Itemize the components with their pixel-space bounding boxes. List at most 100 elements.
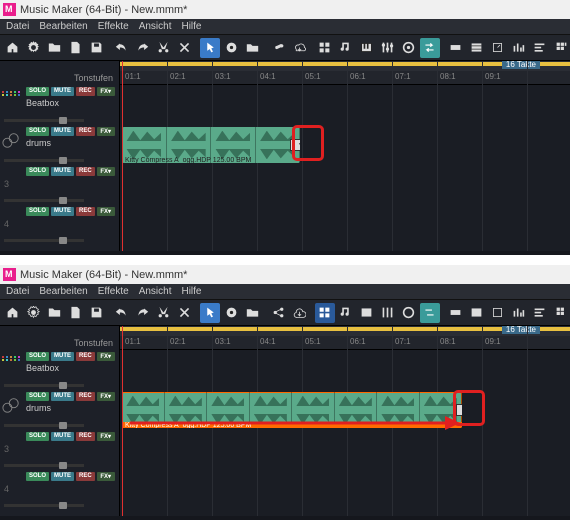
swap-icon[interactable] bbox=[420, 303, 440, 323]
solo-btn-2[interactable]: SOLO bbox=[26, 127, 49, 136]
menu-datei[interactable]: Datei bbox=[6, 286, 29, 297]
timeline[interactable]: 16 Takte 01:1 02:1 03:1 04:1 05:1 06:1 0… bbox=[120, 61, 570, 251]
undo-icon[interactable] bbox=[112, 303, 132, 323]
cloud-down-icon[interactable] bbox=[289, 303, 309, 323]
cloud-down-icon[interactable] bbox=[289, 38, 309, 58]
save-icon[interactable] bbox=[86, 303, 106, 323]
track-vol-4[interactable] bbox=[4, 504, 84, 507]
mute-btn-4[interactable]: MUTE bbox=[51, 207, 74, 216]
fx-btn-4[interactable]: FX▾ bbox=[97, 472, 115, 481]
playhead[interactable] bbox=[122, 61, 123, 251]
track-lane-4[interactable] bbox=[120, 470, 570, 510]
grid-icon[interactable] bbox=[315, 38, 335, 58]
fx-btn-1[interactable]: FX▾ bbox=[97, 87, 115, 96]
track-head-3[interactable]: 3 SOLO MUTE REC FX▾ bbox=[0, 430, 120, 470]
solo-btn-1[interactable]: SOLO bbox=[26, 352, 49, 361]
swap-icon[interactable] bbox=[420, 38, 440, 58]
film-icon[interactable] bbox=[466, 38, 486, 58]
piano-icon[interactable] bbox=[357, 303, 377, 323]
track-vol-1[interactable] bbox=[4, 384, 84, 387]
mute-btn-1[interactable]: MUTE bbox=[51, 87, 74, 96]
share-icon[interactable] bbox=[268, 303, 288, 323]
track-vol-1[interactable] bbox=[4, 119, 84, 122]
track-lane-3[interactable] bbox=[120, 165, 570, 205]
note-icon[interactable] bbox=[336, 38, 356, 58]
rec-btn-4[interactable]: REC bbox=[76, 472, 95, 481]
film-icon[interactable] bbox=[466, 303, 486, 323]
disc-icon[interactable] bbox=[221, 303, 241, 323]
solo-btn-2[interactable]: SOLO bbox=[26, 392, 49, 401]
track-lane-4[interactable] bbox=[120, 205, 570, 245]
track-lane-2[interactable]: Kitty Compress A_ogg.HDP 125.00 BPM ↔ bbox=[120, 125, 570, 165]
doc-new-icon[interactable] bbox=[65, 303, 85, 323]
fx-btn-3[interactable]: FX▾ bbox=[97, 167, 115, 176]
gear-icon[interactable] bbox=[23, 303, 43, 323]
mute-btn-3[interactable]: MUTE bbox=[51, 432, 74, 441]
track-lane-1[interactable] bbox=[120, 85, 570, 125]
playhead[interactable] bbox=[122, 326, 123, 516]
rec-btn-2[interactable]: REC bbox=[76, 127, 95, 136]
track-vol-2[interactable] bbox=[4, 159, 84, 162]
disc-icon[interactable] bbox=[221, 38, 241, 58]
solo-btn-1[interactable]: SOLO bbox=[26, 87, 49, 96]
fx-btn-3[interactable]: FX▾ bbox=[97, 432, 115, 441]
redo-icon[interactable] bbox=[133, 303, 153, 323]
track-head-2[interactable]: SOLO MUTE REC FX▾ drums bbox=[0, 390, 120, 430]
fx-btn-2[interactable]: FX▾ bbox=[97, 392, 115, 401]
cut-icon[interactable] bbox=[154, 38, 174, 58]
mute-btn-3[interactable]: MUTE bbox=[51, 167, 74, 176]
grid2-icon[interactable] bbox=[555, 303, 568, 323]
menu-hilfe[interactable]: Hilfe bbox=[181, 21, 201, 32]
menu-hilfe[interactable]: Hilfe bbox=[181, 286, 201, 297]
track-vol-3[interactable] bbox=[4, 199, 84, 202]
grid-icon[interactable] bbox=[315, 303, 335, 323]
solo-btn-4[interactable]: SOLO bbox=[26, 207, 49, 216]
menu-ansicht[interactable]: Ansicht bbox=[139, 286, 172, 297]
delete-icon[interactable] bbox=[175, 303, 195, 323]
menu-ansicht[interactable]: Ansicht bbox=[139, 21, 172, 32]
rec-btn-3[interactable]: REC bbox=[76, 432, 95, 441]
audio-clip[interactable]: Kitty Compress A_ogg.HDP 125.00 BPM ↔ bbox=[122, 127, 300, 163]
track-head-4[interactable]: 4 SOLO MUTE REC FX▾ bbox=[0, 470, 120, 510]
rec-btn-1[interactable]: REC bbox=[76, 87, 95, 96]
mouse-tool-icon[interactable] bbox=[200, 38, 220, 58]
sliders-icon[interactable] bbox=[378, 38, 398, 58]
solo-btn-4[interactable]: SOLO bbox=[26, 472, 49, 481]
undo-icon[interactable] bbox=[112, 38, 132, 58]
folder-icon[interactable] bbox=[44, 303, 64, 323]
track-lane-1[interactable] bbox=[120, 350, 570, 390]
solo-btn-3[interactable]: SOLO bbox=[26, 167, 49, 176]
mute-btn-4[interactable]: MUTE bbox=[51, 472, 74, 481]
mute-btn-2[interactable]: MUTE bbox=[51, 392, 74, 401]
redo-icon[interactable] bbox=[133, 38, 153, 58]
track-vol-3[interactable] bbox=[4, 464, 84, 467]
note-icon[interactable] bbox=[336, 303, 356, 323]
track-lane-2[interactable]: Kitty Compress A_ogg.HDP 125.00 BPM ↔ bbox=[120, 390, 570, 430]
track-head-1[interactable]: SOLO MUTE REC FX▾ Beatbox bbox=[0, 350, 120, 390]
tuner-icon[interactable] bbox=[487, 38, 507, 58]
rec-btn-2[interactable]: REC bbox=[76, 392, 95, 401]
folder2-icon[interactable] bbox=[242, 303, 262, 323]
mute-btn-2[interactable]: MUTE bbox=[51, 127, 74, 136]
gear-icon[interactable] bbox=[23, 38, 43, 58]
solo-btn-3[interactable]: SOLO bbox=[26, 432, 49, 441]
fx-btn-1[interactable]: FX▾ bbox=[97, 352, 115, 361]
mute-btn-1[interactable]: MUTE bbox=[51, 352, 74, 361]
folder2-icon[interactable] bbox=[242, 38, 262, 58]
track-head-3[interactable]: 3 SOLO MUTE REC FX▾ bbox=[0, 165, 120, 205]
track-head-4[interactable]: 4 SOLO MUTE REC FX▾ bbox=[0, 205, 120, 245]
home-icon[interactable] bbox=[2, 38, 22, 58]
folder-icon[interactable] bbox=[44, 38, 64, 58]
delete-icon[interactable] bbox=[175, 38, 195, 58]
rec-btn-4[interactable]: REC bbox=[76, 207, 95, 216]
mouse-tool-icon[interactable] bbox=[200, 303, 220, 323]
share-icon[interactable] bbox=[268, 38, 288, 58]
menu-effekte[interactable]: Effekte bbox=[98, 286, 129, 297]
fx-btn-2[interactable]: FX▾ bbox=[97, 127, 115, 136]
track-head-1[interactable]: SOLO MUTE REC FX▾ Beatbox bbox=[0, 85, 120, 125]
track-vol-4[interactable] bbox=[4, 239, 84, 242]
track-vol-2[interactable] bbox=[4, 424, 84, 427]
clip-icon[interactable] bbox=[445, 303, 465, 323]
mixer-icon[interactable] bbox=[508, 38, 528, 58]
sliders-icon[interactable] bbox=[378, 303, 398, 323]
